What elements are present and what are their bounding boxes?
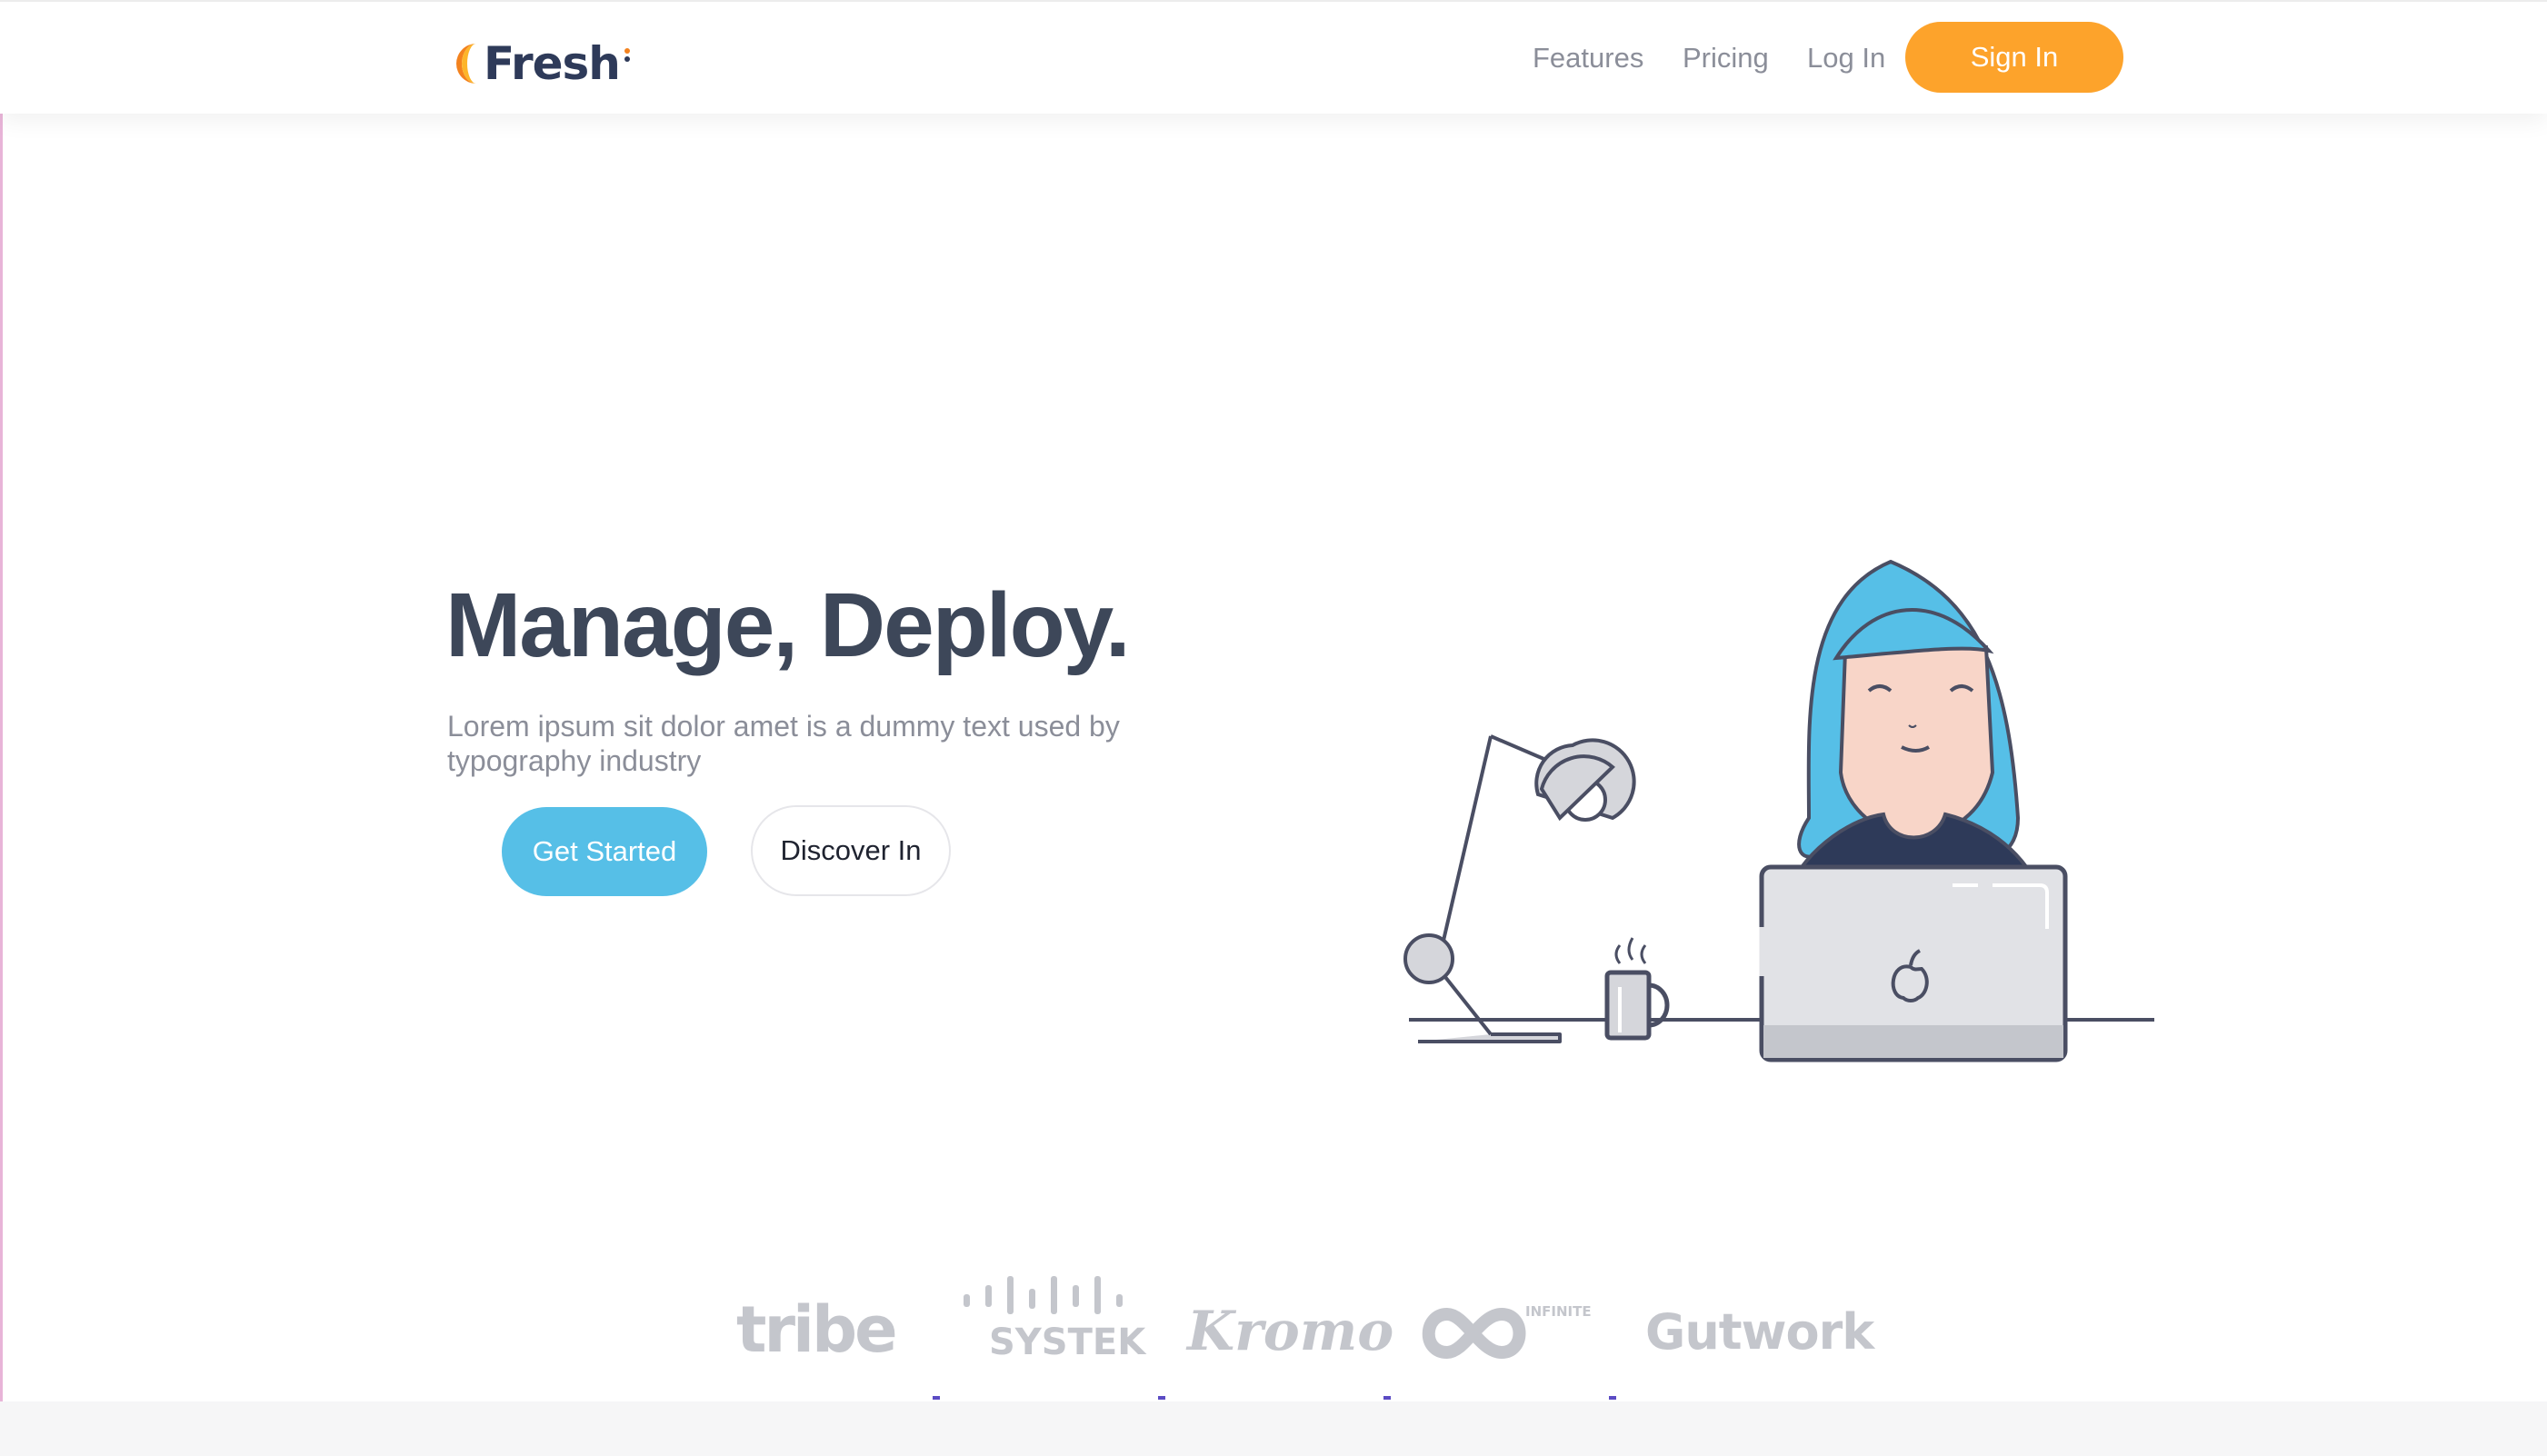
lamp-arm-lower xyxy=(1440,971,1493,1036)
left-edge-line xyxy=(0,0,3,1456)
client-logo-tribe: tribe xyxy=(736,1292,898,1367)
client-logo-gutwork: Gutwork xyxy=(1645,1303,1874,1361)
client-logo-infinite: INFINITE xyxy=(1414,1298,1592,1371)
discover-button[interactable]: Discover In xyxy=(751,805,951,896)
lamp-joint-icon xyxy=(1403,933,1454,984)
fresh-logo-icon xyxy=(456,44,476,84)
section-footer-strip xyxy=(0,1401,2547,1456)
slider-dot xyxy=(933,1396,940,1400)
client-logo-kromo: Kromo xyxy=(1187,1300,1394,1363)
client-logo-infinite-text: INFINITE xyxy=(1525,1303,1592,1320)
coffee-mug-icon xyxy=(1604,970,1652,1041)
steam-icon xyxy=(1614,937,1647,964)
slider-dot xyxy=(1383,1396,1391,1400)
client-logos-strip: tribe SYSTEK Kromo INFINITE Gutwork xyxy=(0,1272,2547,1400)
lamp-base-icon xyxy=(1418,1032,1562,1043)
nav-login-link[interactable]: Log In xyxy=(1807,42,1885,75)
client-logo-systek: SYSTEK xyxy=(960,1274,1145,1363)
slider-dot xyxy=(1158,1396,1165,1400)
nav-pricing-link[interactable]: Pricing xyxy=(1683,42,1769,75)
systek-bars-icon xyxy=(964,1276,1123,1314)
hero-illustration xyxy=(1403,559,2154,1062)
hero-title: Manage, Deploy. xyxy=(445,574,1131,676)
brand-logo[interactable]: Fresh xyxy=(449,35,633,93)
brand-name: Fresh xyxy=(484,37,621,90)
client-logo-systek-text: SYSTEK xyxy=(989,1321,1146,1363)
slider-dot xyxy=(1609,1396,1616,1400)
face-icon xyxy=(1838,640,1995,839)
logo-dots-icon xyxy=(624,48,630,62)
hero-subtitle: Lorem ipsum sit dolor amet is a dummy te… xyxy=(447,710,1120,777)
get-started-button[interactable]: Get Started xyxy=(502,807,707,896)
infinity-icon xyxy=(1422,1307,1526,1360)
top-navbar: Fresh Features Pricing Log In Sign In xyxy=(0,0,2547,114)
nav-features-link[interactable]: Features xyxy=(1533,42,1643,75)
sign-in-button[interactable]: Sign In xyxy=(1905,22,2123,93)
lamp-arm-upper xyxy=(1438,735,1493,957)
